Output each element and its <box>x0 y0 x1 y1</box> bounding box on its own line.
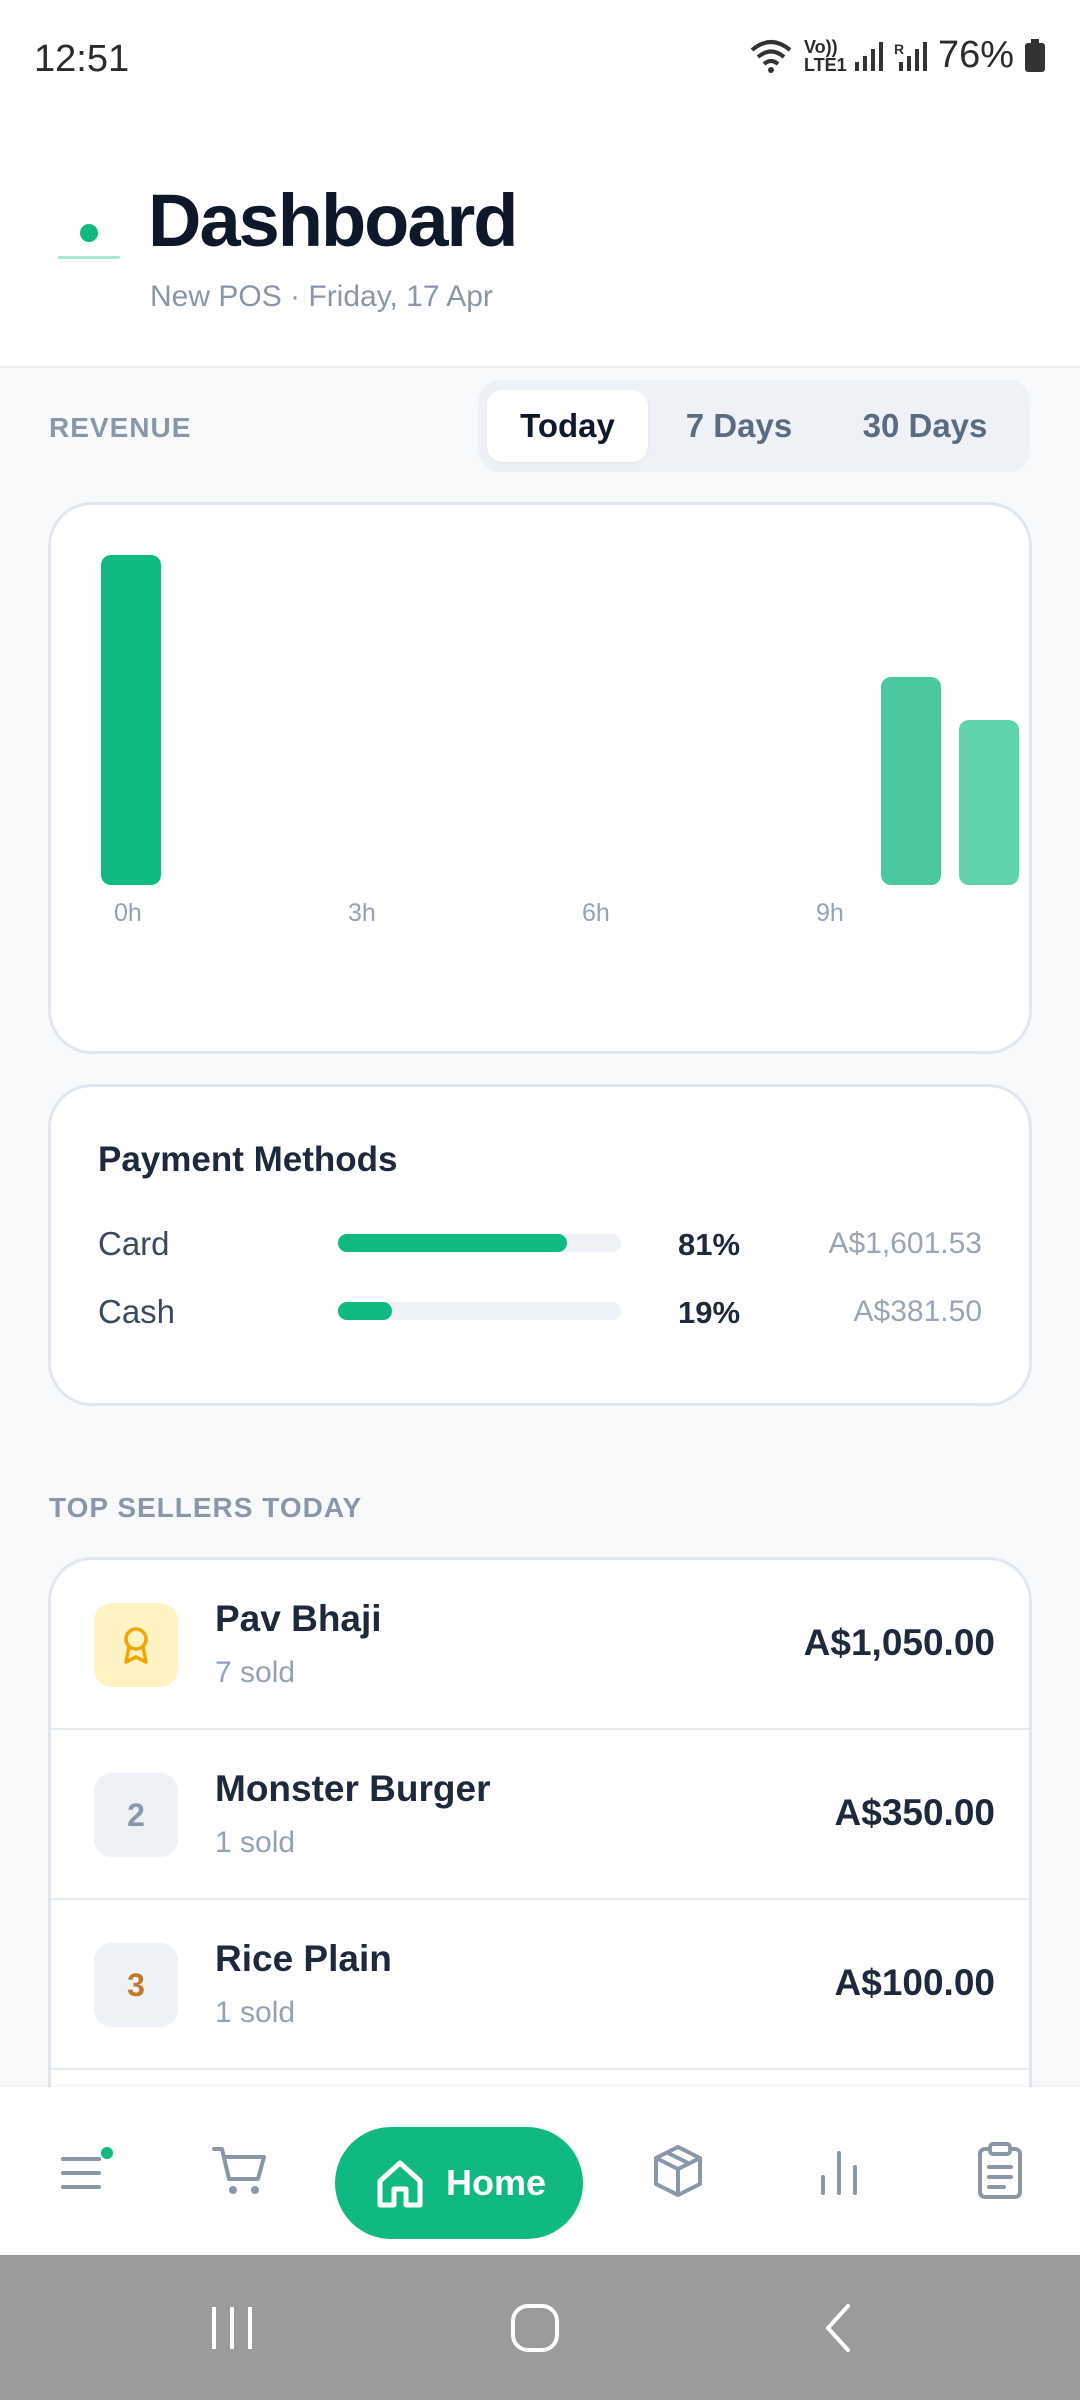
home-circle-icon <box>511 2303 559 2352</box>
item-amount: A$350.00 <box>834 1792 995 1833</box>
system-nav-bar <box>0 2255 1080 2400</box>
battery-icon <box>1025 38 1045 72</box>
nav-home-button[interactable]: Home <box>335 2127 583 2239</box>
home-icon <box>377 2160 423 2208</box>
wifi-icon <box>750 39 792 73</box>
tab-7-days[interactable]: 7 Days <box>658 390 820 462</box>
payment-label-card: Card <box>98 1225 170 1262</box>
item-name: Rice Plain <box>215 1938 392 1979</box>
home-system-button[interactable] <box>475 2255 595 2400</box>
item-amount: A$1,050.00 <box>803 1622 995 1663</box>
payment-percent-cash: 19% <box>678 1295 741 1330</box>
menu-icon <box>61 2147 113 2189</box>
signal-icon <box>854 41 883 71</box>
nav-orders[interactable] <box>945 2087 1055 2255</box>
payment-amount-cash: A$381.50 <box>853 1295 982 1328</box>
payment-amount-card: A$1,601.53 <box>828 1227 982 1260</box>
payment-methods-title: Payment Methods <box>98 1140 398 1179</box>
payment-percent-card: 81% <box>678 1227 741 1262</box>
revenue-section-label: REVENUE <box>49 412 192 443</box>
status-dot-underline <box>58 256 120 259</box>
item-amount: A$100.00 <box>834 1962 995 2003</box>
rank-badge-2: 2 <box>94 1773 178 1857</box>
nav-home-label: Home <box>445 2162 547 2203</box>
cart-icon <box>212 2147 266 2194</box>
revenue-bar-0h <box>101 555 161 885</box>
page-subtitle: New POS · Friday, 17 Apr <box>150 280 493 313</box>
status-dot <box>80 224 98 242</box>
payment-label-cash: Cash <box>98 1293 176 1330</box>
payment-bar-cash <box>338 1302 621 1320</box>
x-tick-label: 3h <box>348 899 376 927</box>
rank-badge-3: 3 <box>94 1943 178 2027</box>
signal-roaming-icon: R <box>894 41 927 71</box>
seller-row[interactable]: 2 Monster Burger 1 sold A$350.00 <box>51 1730 1029 1900</box>
item-sold-count: 7 sold <box>215 1656 296 1689</box>
nav-reports[interactable] <box>784 2087 894 2255</box>
recents-button[interactable] <box>172 2255 292 2400</box>
revenue-chart-card: 0h 3h 6h 9h <box>48 502 1032 1054</box>
battery-percent: 76% <box>937 34 1014 76</box>
revenue-bar-11h <box>959 720 1019 885</box>
item-sold-count: 1 sold <box>215 1826 296 1859</box>
item-name: Pav Bhaji <box>215 1598 382 1639</box>
nav-cart[interactable] <box>185 2087 295 2255</box>
network-label: Vo)) LTE1 <box>803 36 847 75</box>
status-time: 12:51 <box>34 38 130 80</box>
box-icon <box>654 2145 702 2197</box>
payment-bar-card <box>338 1234 621 1252</box>
period-tabs: Today 7 Days 30 Days <box>478 380 1030 472</box>
top-sellers-section-label: TOP SELLERS TODAY <box>49 1492 363 1523</box>
item-name: Monster Burger <box>215 1768 491 1809</box>
seller-row[interactable]: Pav Bhaji 7 sold A$1,050.00 <box>51 1560 1029 1730</box>
nav-products[interactable] <box>623 2087 733 2255</box>
back-icon <box>826 2303 850 2352</box>
status-icons: Vo)) LTE1 R 76% <box>748 34 1046 77</box>
seller-row[interactable]: 3 Rice Plain 1 sold A$100.00 <box>51 1900 1029 2070</box>
bar-chart-icon <box>821 2151 857 2195</box>
award-icon <box>124 1627 148 1664</box>
tab-today[interactable]: Today <box>487 390 648 462</box>
x-tick-label: 0h <box>114 899 142 927</box>
item-sold-count: 1 sold <box>215 1996 296 2029</box>
revenue-chart: 0h 3h 6h 9h <box>51 505 1035 1057</box>
nav-menu[interactable] <box>30 2087 140 2255</box>
x-tick-label: 9h <box>816 899 844 927</box>
page-title: Dashboard <box>148 179 519 262</box>
status-bar: 12:51 Vo)) LTE1 R 76% <box>0 0 1080 120</box>
back-button[interactable] <box>778 2255 898 2400</box>
recents-icon <box>212 2306 252 2349</box>
svg-text:R: R <box>894 41 904 57</box>
rank-badge-1 <box>94 1603 178 1687</box>
revenue-bar-10h <box>881 677 941 885</box>
payment-bar-fill-cash <box>338 1302 392 1320</box>
payment-bar-fill-card <box>338 1234 568 1252</box>
tab-30-days[interactable]: 30 Days <box>830 390 1020 462</box>
bottom-nav: Home <box>0 2087 1080 2255</box>
x-tick-label: 6h <box>582 899 610 927</box>
top-sellers-list: Pav Bhaji 7 sold A$1,050.00 2 Monster Bu… <box>48 1557 1032 2117</box>
clipboard-icon <box>978 2142 1022 2199</box>
